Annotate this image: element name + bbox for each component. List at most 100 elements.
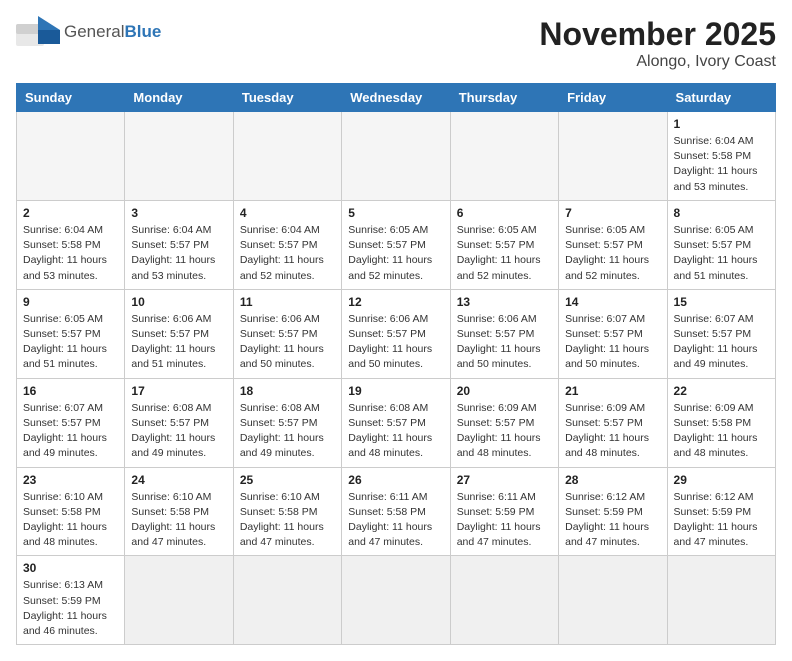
- calendar-cell: 27Sunrise: 6:11 AM Sunset: 5:59 PM Dayli…: [450, 467, 558, 556]
- page-title: November 2025: [539, 16, 776, 53]
- calendar-cell: [559, 112, 667, 201]
- day-info: Sunrise: 6:05 AM Sunset: 5:57 PM Dayligh…: [348, 223, 443, 284]
- day-number: 5: [348, 206, 443, 220]
- day-number: 15: [674, 295, 769, 309]
- calendar-cell: 1Sunrise: 6:04 AM Sunset: 5:58 PM Daylig…: [667, 112, 775, 201]
- day-info: Sunrise: 6:11 AM Sunset: 5:58 PM Dayligh…: [348, 490, 443, 551]
- page-header: GeneralBlue November 2025 Alongo, Ivory …: [16, 16, 776, 71]
- day-info: Sunrise: 6:12 AM Sunset: 5:59 PM Dayligh…: [565, 490, 660, 551]
- day-info: Sunrise: 6:08 AM Sunset: 5:57 PM Dayligh…: [348, 401, 443, 462]
- day-number: 18: [240, 384, 335, 398]
- day-number: 10: [131, 295, 226, 309]
- calendar-table: SundayMondayTuesdayWednesdayThursdayFrid…: [16, 83, 776, 645]
- calendar-cell: 18 Sunrise: 6:08 AM Sunset: 5:57 PM Dayli…: [233, 378, 341, 467]
- day-info: Sunrise: 6:07 AM Sunset: 5:57 PM Dayligh…: [674, 312, 769, 373]
- day-info: Sunrise: 6:10 AM Sunset: 5:58 PM Dayligh…: [23, 490, 118, 551]
- calendar-week-row: 9 Sunrise: 6:05 AM Sunset: 5:57 PM Daylig…: [17, 289, 776, 378]
- day-info: Sunrise: 6:06 AM Sunset: 5:57 PM Dayligh…: [457, 312, 552, 373]
- calendar-cell: 20 Sunrise: 6:09 AM Sunset: 5:57 PM Dayli…: [450, 378, 558, 467]
- day-number: 6: [457, 206, 552, 220]
- calendar-cell: 25Sunrise: 6:10 AM Sunset: 5:58 PM Dayli…: [233, 467, 341, 556]
- calendar-cell: [125, 556, 233, 645]
- day-info: Sunrise: 6:11 AM Sunset: 5:59 PM Dayligh…: [457, 490, 552, 551]
- calendar-cell: [17, 112, 125, 201]
- day-number: 14: [565, 295, 660, 309]
- logo: GeneralBlue: [16, 16, 161, 48]
- calendar-cell: 23 Sunrise: 6:10 AM Sunset: 5:58 PM Dayli…: [17, 467, 125, 556]
- logo-general: General: [64, 22, 124, 41]
- calendar-cell: 16Sunrise: 6:07 AM Sunset: 5:57 PM Dayli…: [17, 378, 125, 467]
- day-number: 7: [565, 206, 660, 220]
- day-info: Sunrise: 6:13 AM Sunset: 5:59 PM Dayligh…: [23, 578, 118, 639]
- day-info: Sunrise: 6:09 AM Sunset: 5:57 PM Dayligh…: [457, 401, 552, 462]
- day-info: Sunrise: 6:09 AM Sunset: 5:58 PM Dayligh…: [674, 401, 769, 462]
- day-info: Sunrise: 6:07 AM Sunset: 5:57 PM Dayligh…: [565, 312, 660, 373]
- logo-blue: Blue: [124, 22, 161, 41]
- calendar-week-row: 16Sunrise: 6:07 AM Sunset: 5:57 PM Dayli…: [17, 378, 776, 467]
- day-info: Sunrise: 6:12 AM Sunset: 5:59 PM Dayligh…: [674, 490, 769, 551]
- calendar-header-row: SundayMondayTuesdayWednesdayThursdayFrid…: [17, 84, 776, 112]
- day-number: 4: [240, 206, 335, 220]
- day-number: 23: [23, 473, 118, 487]
- day-info: Sunrise: 6:04 AM Sunset: 5:57 PM Dayligh…: [131, 223, 226, 284]
- calendar-cell: 29Sunrise: 6:12 AM Sunset: 5:59 PM Dayli…: [667, 467, 775, 556]
- day-info: Sunrise: 6:06 AM Sunset: 5:57 PM Dayligh…: [240, 312, 335, 373]
- calendar-cell: 22 Sunrise: 6:09 AM Sunset: 5:58 PM Dayli…: [667, 378, 775, 467]
- calendar-cell: 8 Sunrise: 6:05 AM Sunset: 5:57 PM Daylig…: [667, 200, 775, 289]
- day-number: 11: [240, 295, 335, 309]
- calendar-cell: 2 Sunrise: 6:04 AM Sunset: 5:58 PM Daylig…: [17, 200, 125, 289]
- day-info: Sunrise: 6:10 AM Sunset: 5:58 PM Dayligh…: [131, 490, 226, 551]
- day-info: Sunrise: 6:05 AM Sunset: 5:57 PM Dayligh…: [674, 223, 769, 284]
- day-info: Sunrise: 6:09 AM Sunset: 5:57 PM Dayligh…: [565, 401, 660, 462]
- day-number: 17: [131, 384, 226, 398]
- day-number: 8: [674, 206, 769, 220]
- day-number: 25: [240, 473, 335, 487]
- day-number: 19: [348, 384, 443, 398]
- day-header-tuesday: Tuesday: [233, 84, 341, 112]
- day-header-saturday: Saturday: [667, 84, 775, 112]
- calendar-cell: [450, 556, 558, 645]
- calendar-cell: 30 Sunrise: 6:13 AM Sunset: 5:59 PM Dayli…: [17, 556, 125, 645]
- day-info: Sunrise: 6:08 AM Sunset: 5:57 PM Dayligh…: [240, 401, 335, 462]
- calendar-week-row: 2 Sunrise: 6:04 AM Sunset: 5:58 PM Daylig…: [17, 200, 776, 289]
- day-header-wednesday: Wednesday: [342, 84, 450, 112]
- calendar-week-row: 23 Sunrise: 6:10 AM Sunset: 5:58 PM Dayli…: [17, 467, 776, 556]
- title-block: November 2025 Alongo, Ivory Coast: [539, 16, 776, 71]
- day-header-thursday: Thursday: [450, 84, 558, 112]
- day-info: Sunrise: 6:05 AM Sunset: 5:57 PM Dayligh…: [457, 223, 552, 284]
- day-number: 9: [23, 295, 118, 309]
- calendar-cell: [667, 556, 775, 645]
- logo-icon: [16, 16, 60, 48]
- day-header-monday: Monday: [125, 84, 233, 112]
- day-number: 24: [131, 473, 226, 487]
- day-number: 3: [131, 206, 226, 220]
- calendar-week-row: 30 Sunrise: 6:13 AM Sunset: 5:59 PM Dayli…: [17, 556, 776, 645]
- day-info: Sunrise: 6:04 AM Sunset: 5:58 PM Dayligh…: [674, 134, 769, 195]
- day-info: Sunrise: 6:06 AM Sunset: 5:57 PM Dayligh…: [348, 312, 443, 373]
- day-number: 30: [23, 561, 118, 575]
- calendar-cell: 28Sunrise: 6:12 AM Sunset: 5:59 PM Dayli…: [559, 467, 667, 556]
- day-info: Sunrise: 6:04 AM Sunset: 5:58 PM Dayligh…: [23, 223, 118, 284]
- calendar-cell: [559, 556, 667, 645]
- day-header-sunday: Sunday: [17, 84, 125, 112]
- page-subtitle: Alongo, Ivory Coast: [539, 53, 776, 71]
- day-number: 21: [565, 384, 660, 398]
- day-info: Sunrise: 6:07 AM Sunset: 5:57 PM Dayligh…: [23, 401, 118, 462]
- calendar-cell: [125, 112, 233, 201]
- day-info: Sunrise: 6:05 AM Sunset: 5:57 PM Dayligh…: [23, 312, 118, 373]
- calendar-cell: 12 Sunrise: 6:06 AM Sunset: 5:57 PM Dayli…: [342, 289, 450, 378]
- calendar-cell: 10Sunrise: 6:06 AM Sunset: 5:57 PM Dayli…: [125, 289, 233, 378]
- calendar-cell: 26Sunrise: 6:11 AM Sunset: 5:58 PM Dayli…: [342, 467, 450, 556]
- day-number: 20: [457, 384, 552, 398]
- calendar-week-row: 1Sunrise: 6:04 AM Sunset: 5:58 PM Daylig…: [17, 112, 776, 201]
- day-number: 13: [457, 295, 552, 309]
- calendar-cell: 24 Sunrise: 6:10 AM Sunset: 5:58 PM Dayli…: [125, 467, 233, 556]
- calendar-cell: 6 Sunrise: 6:05 AM Sunset: 5:57 PM Daylig…: [450, 200, 558, 289]
- day-info: Sunrise: 6:04 AM Sunset: 5:57 PM Dayligh…: [240, 223, 335, 284]
- day-number: 2: [23, 206, 118, 220]
- calendar-cell: 4 Sunrise: 6:04 AM Sunset: 5:57 PM Daylig…: [233, 200, 341, 289]
- day-number: 12: [348, 295, 443, 309]
- calendar-cell: [342, 112, 450, 201]
- day-number: 22: [674, 384, 769, 398]
- calendar-cell: 13 Sunrise: 6:06 AM Sunset: 5:57 PM Dayli…: [450, 289, 558, 378]
